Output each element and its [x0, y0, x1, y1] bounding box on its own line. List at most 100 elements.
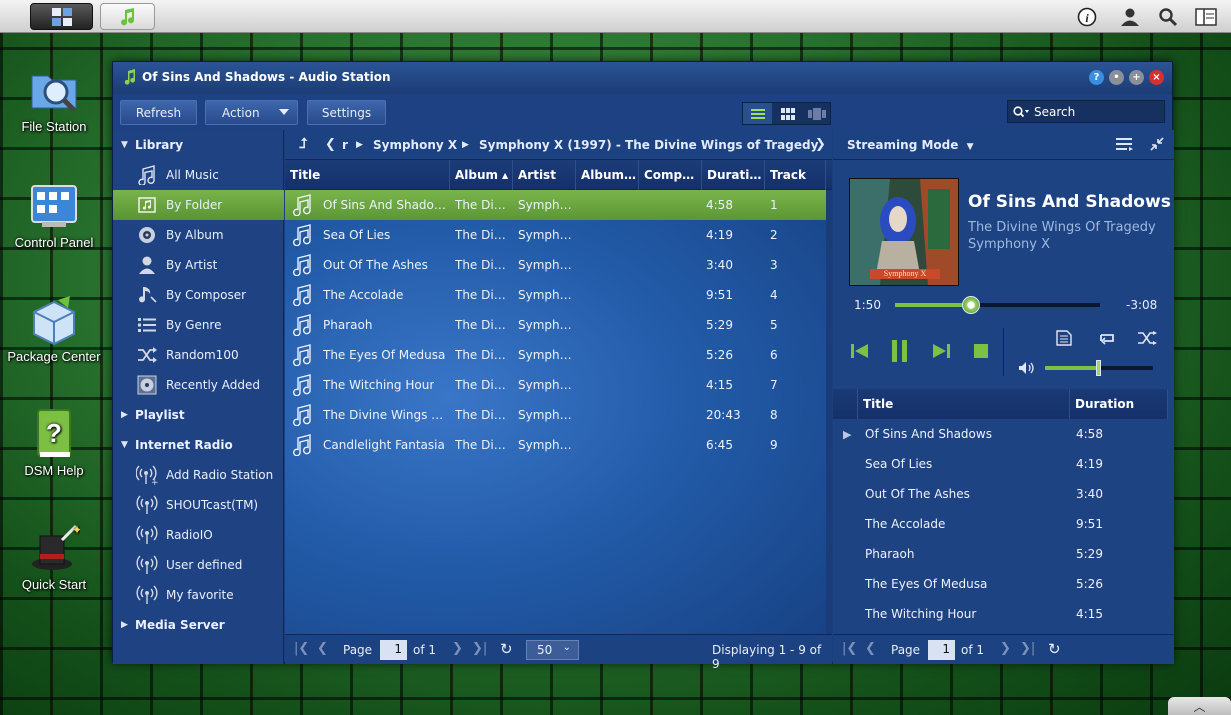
- table-row[interactable]: Pharaoh The Di… Symph… 5:29 5: [285, 310, 826, 340]
- search-input[interactable]: Search: [1007, 100, 1165, 123]
- sidebar-internet-radio-header[interactable]: ▼ Internet Radio: [113, 430, 284, 460]
- desktop-icon-quick-start[interactable]: ✦ Quick Start: [4, 522, 104, 592]
- maximize-button[interactable]: +: [1129, 70, 1144, 85]
- chevron-left-icon[interactable]: ❮: [325, 137, 336, 152]
- window-titlebar[interactable]: Of Sins And Shadows - Audio Station ? • …: [113, 62, 1172, 94]
- next-page-icon[interactable]: ❯: [1000, 641, 1011, 656]
- list-view-button[interactable]: [743, 103, 772, 124]
- desktop-icon-dsm-help[interactable]: ? DSM Help: [4, 408, 104, 478]
- refresh-icon[interactable]: ↻: [500, 640, 513, 658]
- playlist-row[interactable]: Pharaoh 5:29: [833, 539, 1168, 569]
- sidebar-item-by-artist[interactable]: By Artist: [113, 250, 284, 280]
- coverflow-view-button[interactable]: [803, 103, 831, 124]
- table-row[interactable]: The Eyes Of Medusa The Di… Symph… 5:26 6: [285, 340, 826, 370]
- volume-handle[interactable]: [1096, 360, 1101, 376]
- table-row[interactable]: The Witching Hour The Di… Symph… 4:15 7: [285, 370, 826, 400]
- shuffle-icon[interactable]: [1137, 331, 1157, 348]
- desktop-icon-package-center[interactable]: Package Center: [4, 294, 104, 364]
- sidebar-media-server-header[interactable]: ▶ Media Server: [113, 610, 284, 640]
- volume-slider[interactable]: [1045, 360, 1153, 376]
- close-button[interactable]: ×: [1149, 70, 1164, 85]
- column-composer[interactable]: Comp…: [639, 160, 702, 190]
- track-list-scrollbar[interactable]: [826, 190, 832, 634]
- next-icon[interactable]: [932, 343, 950, 362]
- help-button[interactable]: ?: [1089, 70, 1104, 85]
- sidebar-item-shoutcast[interactable]: SHOUTcast(TM): [113, 490, 284, 520]
- main-menu-button[interactable]: [30, 3, 93, 30]
- pause-icon[interactable]: [892, 340, 908, 365]
- next-page-icon[interactable]: ❯: [452, 641, 463, 656]
- refresh-button[interactable]: Refresh: [120, 100, 197, 125]
- minimize-button[interactable]: •: [1109, 70, 1124, 85]
- playlist-row[interactable]: Sea Of Lies 4:19: [833, 449, 1168, 479]
- column-artist[interactable]: Artist: [513, 160, 576, 190]
- sidebar-item-all-music[interactable]: All Music: [113, 160, 284, 190]
- playlist-row[interactable]: The Witching Hour 4:15: [833, 599, 1168, 629]
- sidebar-item-user-defined[interactable]: User defined: [113, 550, 284, 580]
- chevron-right-icon[interactable]: ❯: [815, 137, 826, 152]
- sidebar-item-add-radio-station[interactable]: + Add Radio Station: [113, 460, 284, 490]
- page-number-input[interactable]: 1: [380, 640, 407, 660]
- previous-icon[interactable]: [851, 343, 869, 362]
- info-icon[interactable]: i: [1075, 5, 1099, 29]
- table-row[interactable]: The Divine Wings … The Di… Symph… 20:43 8: [285, 400, 826, 430]
- grid-view-button[interactable]: [773, 103, 802, 124]
- sidebar-item-radioio[interactable]: RadioIO: [113, 520, 284, 550]
- page-size-select[interactable]: 50 ⌄: [526, 640, 579, 660]
- table-row[interactable]: Out Of The Ashes The Di… Symph… 3:40 3: [285, 250, 826, 280]
- table-row[interactable]: The Accolade The Di… Symph… 9:51 4: [285, 280, 826, 310]
- prev-page-icon[interactable]: ❮: [317, 641, 328, 656]
- sidebar-item-by-genre[interactable]: By Genre: [113, 310, 284, 340]
- table-row[interactable]: Of Sins And Shado… The Di… Symph… 4:58 1: [285, 190, 826, 220]
- breadcrumb-root[interactable]: r: [342, 138, 348, 152]
- sidebar-item-by-album[interactable]: By Album: [113, 220, 284, 250]
- stop-icon[interactable]: [974, 344, 988, 361]
- progress-slider[interactable]: [895, 296, 1100, 314]
- breadcrumb-item-artist[interactable]: Symphony X: [373, 138, 457, 152]
- playlist-menu-icon[interactable]: [1116, 136, 1134, 155]
- volume-icon[interactable]: [1018, 361, 1036, 378]
- playlist-column-duration[interactable]: Duration: [1070, 389, 1168, 419]
- playlist-row[interactable]: The Eyes Of Medusa 5:26: [833, 569, 1168, 599]
- sidebar-item-random100[interactable]: Random100: [113, 340, 284, 370]
- show-desktop-tab[interactable]: ︿: [1168, 697, 1231, 715]
- playlist-row[interactable]: Out Of The Ashes 3:40: [833, 479, 1168, 509]
- last-page-icon[interactable]: ❯|: [472, 641, 487, 656]
- column-track[interactable]: Track: [765, 160, 826, 190]
- prev-page-icon[interactable]: ❮: [865, 641, 876, 656]
- sidebar-item-by-composer[interactable]: By Composer: [113, 280, 284, 310]
- collapse-icon[interactable]: [1149, 136, 1165, 155]
- playlist-row[interactable]: ▶ Of Sins And Shadows 4:58: [833, 419, 1168, 449]
- progress-handle[interactable]: [961, 296, 980, 314]
- table-row[interactable]: Candlelight Fantasia The Di… Symph… 6:45 9: [285, 430, 826, 460]
- sidebar-playlist-header[interactable]: ▶ Playlist: [113, 400, 284, 430]
- first-page-icon[interactable]: |❮: [842, 641, 857, 656]
- widgets-icon[interactable]: [1194, 5, 1218, 29]
- sidebar-item-my-favorite[interactable]: My favorite: [113, 580, 284, 610]
- desktop-icon-file-station[interactable]: File Station: [4, 64, 104, 134]
- sidebar-library-header[interactable]: ▼ Library: [113, 130, 284, 160]
- page-number-input[interactable]: 1: [928, 640, 955, 660]
- audio-station-taskbar-button[interactable]: [100, 3, 155, 30]
- search-icon[interactable]: [1156, 5, 1180, 29]
- column-album[interactable]: Album ▲: [450, 160, 513, 190]
- user-icon[interactable]: [1118, 5, 1142, 29]
- last-page-icon[interactable]: ❯|: [1020, 641, 1035, 656]
- action-button[interactable]: Action: [205, 100, 298, 125]
- refresh-icon[interactable]: ↻: [1048, 640, 1061, 658]
- repeat-icon[interactable]: [1098, 331, 1116, 348]
- column-title[interactable]: Title: [285, 160, 450, 190]
- table-row[interactable]: Sea Of Lies The Di… Symph… 4:19 2: [285, 220, 826, 250]
- column-duration[interactable]: Durati…: [702, 160, 765, 190]
- breadcrumb-item-album[interactable]: Symphony X (1997) - The Divine Wings of …: [479, 138, 818, 152]
- streaming-mode-menu[interactable]: Streaming Mode ▼: [847, 138, 973, 152]
- desktop-icon-control-panel[interactable]: Control Panel: [4, 180, 104, 250]
- first-page-icon[interactable]: |❮: [294, 641, 309, 656]
- sidebar-item-by-folder[interactable]: By Folder: [113, 190, 284, 220]
- up-arrow-icon[interactable]: ⮥: [299, 136, 307, 152]
- sidebar-item-recently-added[interactable]: Recently Added: [113, 370, 284, 400]
- playlist-row[interactable]: The Accolade 9:51: [833, 509, 1168, 539]
- playlist-column-title[interactable]: Title: [857, 389, 1070, 419]
- column-album-artist[interactable]: Album…: [576, 160, 639, 190]
- lyrics-icon[interactable]: [1056, 330, 1072, 349]
